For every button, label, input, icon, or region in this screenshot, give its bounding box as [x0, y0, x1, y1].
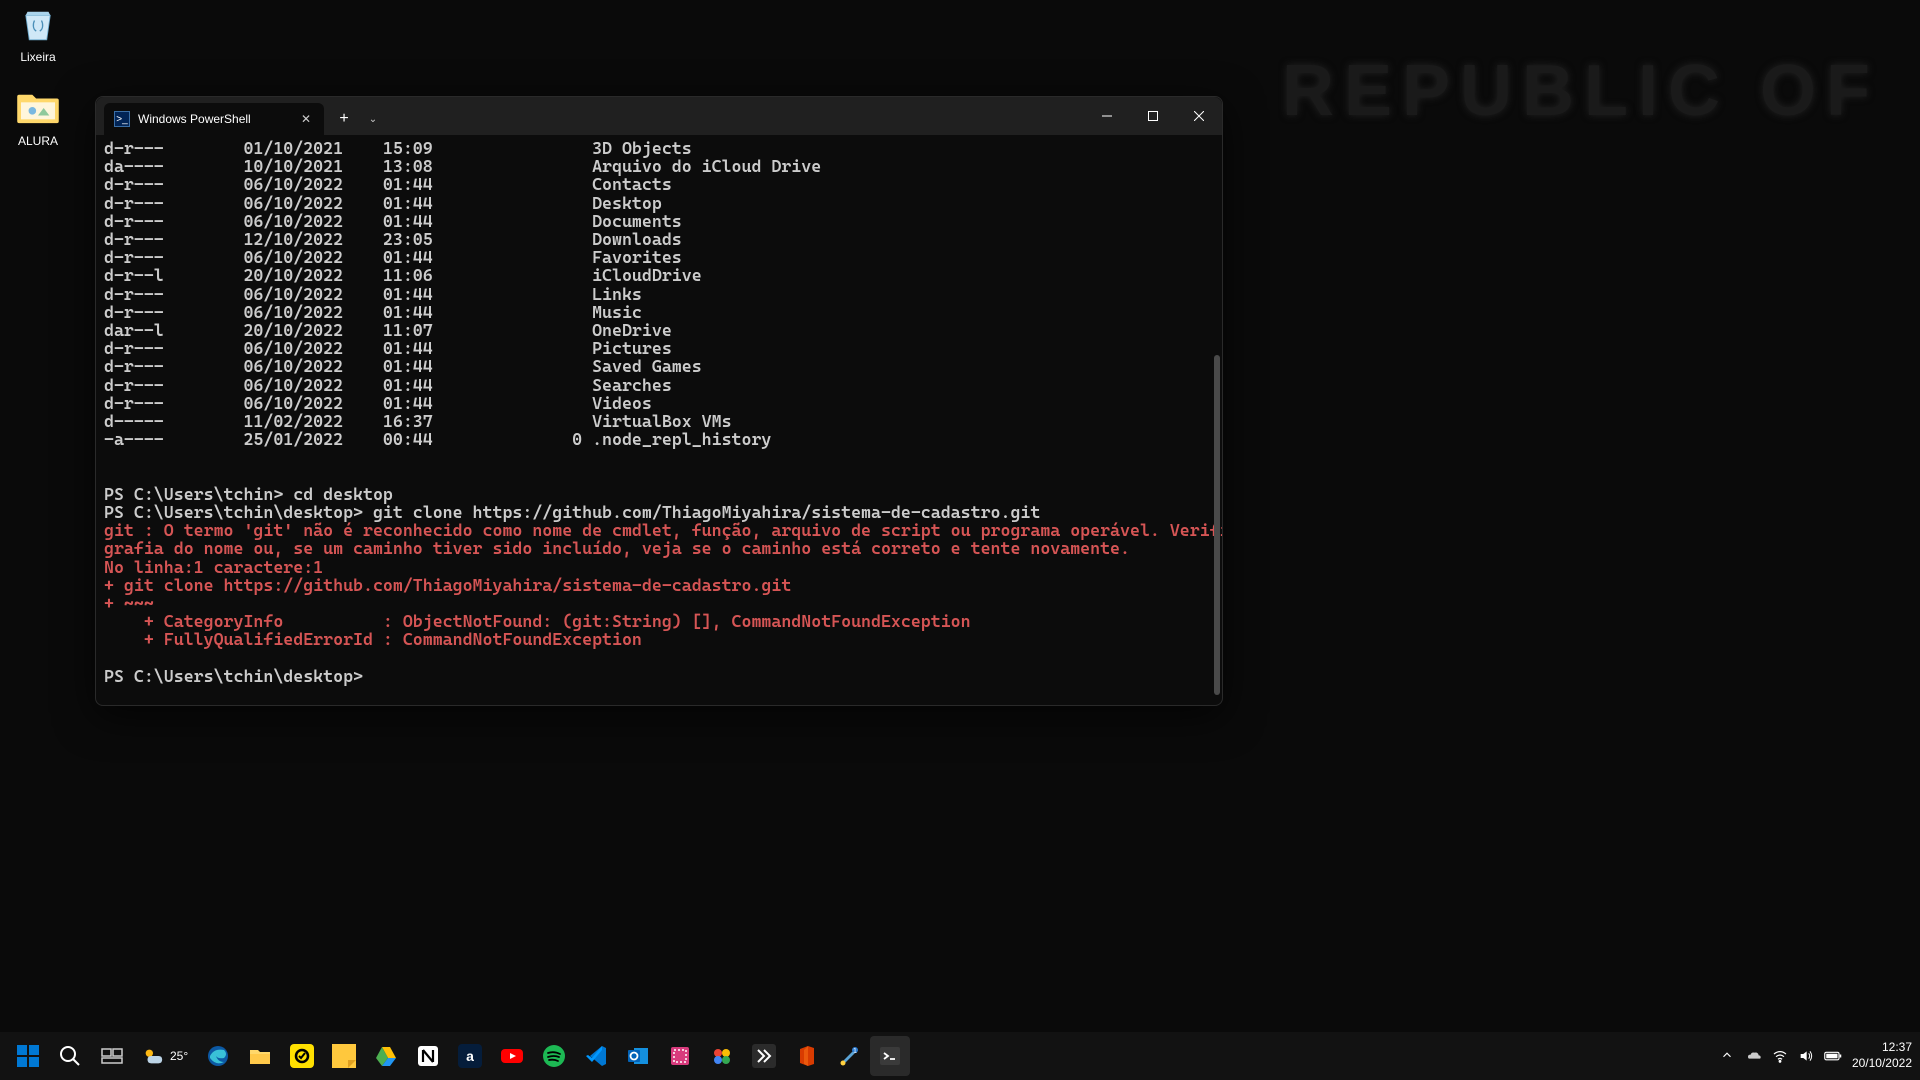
terminal-output[interactable]: d-r--- 01/10/2021 15:09 3D Objects da---… [96, 135, 1222, 705]
tab-powershell[interactable]: >_ Windows PowerShell ✕ [104, 103, 324, 135]
desktop-icon-label: ALURA [18, 134, 58, 148]
minimize-button[interactable] [1084, 100, 1130, 132]
desktop-icon-recycle-bin[interactable]: Lixeira [0, 0, 76, 64]
taskbar-app-drive[interactable] [366, 1036, 406, 1076]
terminal-scrollbar[interactable] [1214, 355, 1220, 695]
powershell-icon: >_ [114, 111, 130, 127]
tray-volume-icon[interactable] [1798, 1048, 1814, 1064]
taskbar-app-vscode[interactable] [576, 1036, 616, 1076]
titlebar[interactable]: >_ Windows PowerShell ✕ + ⌄ [96, 97, 1222, 135]
taskbar-app-snip[interactable] [660, 1036, 700, 1076]
desktop-icon-alura[interactable]: ALURA [0, 84, 76, 148]
taskbar-app-sticky-notes[interactable] [324, 1036, 364, 1076]
taskbar-app-youtube[interactable] [492, 1036, 532, 1076]
taskbar-clock[interactable]: 12:37 20/10/2022 [1852, 1040, 1912, 1071]
start-button[interactable] [8, 1036, 48, 1076]
taskbar-app-paint[interactable]: 1 [828, 1036, 868, 1076]
taskbar-app-edge[interactable] [198, 1036, 238, 1076]
tab-title: Windows PowerShell [138, 112, 251, 126]
tab-close-button[interactable]: ✕ [298, 111, 314, 127]
desktop-icon-label: Lixeira [20, 50, 55, 64]
taskbar-app-komikku[interactable] [744, 1036, 784, 1076]
tray-battery-icon[interactable] [1824, 1048, 1840, 1064]
tray-chevron-icon[interactable] [1720, 1048, 1736, 1064]
close-button[interactable] [1176, 100, 1222, 132]
tray-wifi-icon[interactable] [1772, 1048, 1788, 1064]
weather-temp: 25° [170, 1049, 188, 1063]
system-tray[interactable] [1720, 1048, 1840, 1064]
recycle-bin-icon [14, 0, 62, 48]
taskbar-app-explorer[interactable] [240, 1036, 280, 1076]
taskbar-app-office[interactable] [786, 1036, 826, 1076]
taskbar: 25° a 1 12:37 20/10/2022 [0, 1032, 1920, 1080]
task-view-button[interactable] [92, 1036, 132, 1076]
taskbar-app-spotify[interactable] [534, 1036, 574, 1076]
wallpaper-logo-text: REPUBLIC OF [1282, 50, 1880, 132]
clock-time: 12:37 [1852, 1040, 1912, 1056]
tray-onedrive-icon[interactable] [1746, 1048, 1762, 1064]
clock-date: 20/10/2022 [1852, 1056, 1912, 1072]
taskbar-app-photos[interactable] [702, 1036, 742, 1076]
maximize-button[interactable] [1130, 100, 1176, 132]
folder-icon [14, 84, 62, 132]
svg-text:a: a [466, 1048, 474, 1064]
taskbar-app-notion[interactable] [408, 1036, 448, 1076]
taskbar-app-outlook[interactable] [618, 1036, 658, 1076]
tab-dropdown-button[interactable]: ⌄ [360, 103, 386, 135]
search-button[interactable] [50, 1036, 90, 1076]
new-tab-button[interactable]: + [328, 103, 360, 135]
taskbar-app-terminal[interactable] [870, 1036, 910, 1076]
weather-widget[interactable]: 25° [134, 1036, 196, 1076]
taskbar-app-norton[interactable] [282, 1036, 322, 1076]
taskbar-app-alura[interactable]: a [450, 1036, 490, 1076]
terminal-window: >_ Windows PowerShell ✕ + ⌄ d-r--- 01/10… [95, 96, 1223, 706]
svg-text:1: 1 [853, 1048, 857, 1055]
